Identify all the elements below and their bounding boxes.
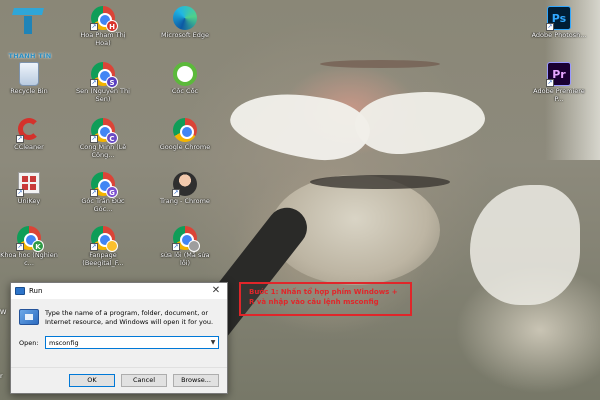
close-icon[interactable]: ✕ bbox=[205, 283, 227, 299]
run-footer: OK Cancel Browse... bbox=[11, 367, 227, 393]
shortcut-arrow-icon: ↗ bbox=[16, 189, 24, 197]
desktop-icon-label: Góc Trần Đức Góc... bbox=[81, 198, 125, 213]
logo-mark-icon bbox=[12, 4, 44, 34]
shortcut-arrow-icon: ↗ bbox=[90, 189, 98, 197]
desktop-icon-coc-coc[interactable]: Cốc Cốc bbox=[156, 62, 214, 96]
run-program-icon bbox=[19, 309, 39, 325]
logo-text: THANH TÍN bbox=[8, 52, 52, 60]
desktop-icon-label: Hoa Phạm Thị Hoa) bbox=[80, 32, 126, 47]
run-description-row: Type the name of a program, folder, docu… bbox=[19, 309, 219, 327]
shortcut-arrow-icon: ↗ bbox=[172, 189, 180, 197]
profile-badge: C bbox=[106, 132, 118, 144]
profile-badge bbox=[106, 240, 118, 252]
desktop-icon-hoa[interactable]: H ↗ Hoa Phạm Thị Hoa) bbox=[74, 6, 132, 47]
ok-button[interactable]: OK bbox=[69, 374, 115, 387]
desktop-icon-label: Cốc Cốc bbox=[171, 88, 199, 95]
desktop-icon-premiere[interactable]: Pr ↗ Adobe Premiere P... bbox=[530, 62, 588, 103]
open-label: Open: bbox=[19, 338, 39, 347]
desktop-icon-label: Adobe Photosh... bbox=[531, 32, 587, 39]
desktop-icon-sua-loi[interactable]: ↗ sửa lỗi (Mã sửa lỗi) bbox=[156, 226, 214, 267]
profile-badge: S bbox=[106, 76, 118, 88]
run-description: Type the name of a program, folder, docu… bbox=[45, 309, 214, 326]
desktop-icon-microsoft-edge[interactable]: Microsoft Edge bbox=[156, 6, 214, 40]
recycle-bin-icon bbox=[19, 62, 39, 86]
desktop-icon-fanpage[interactable]: ↗ Fanpage (Beegital_F... bbox=[74, 226, 132, 267]
shortcut-arrow-icon: ↗ bbox=[90, 243, 98, 251]
desktop-icon-label: Google Chrome bbox=[159, 144, 211, 151]
shortcut-arrow-icon: ↗ bbox=[546, 23, 554, 31]
profile-badge: K bbox=[32, 240, 44, 252]
desktop-icon-label: Khoa hoc (Nghien c... bbox=[0, 252, 58, 267]
open-input-value[interactable]: msconfig bbox=[49, 339, 208, 347]
desktop-icon-ccleaner[interactable]: ↗ CCleaner bbox=[0, 118, 58, 152]
wallpaper-paint bbox=[320, 60, 440, 68]
desktop-icon-label: Fanpage (Beegital_F... bbox=[82, 252, 124, 267]
desktop-icon-label: Recycle Bin bbox=[10, 88, 48, 95]
annotation-text: Bước 1: Nhấn tổ hợp phím Windows + R và … bbox=[249, 288, 398, 306]
desktop-icon-label: Microsoft Edge bbox=[160, 32, 209, 39]
wallpaper-paint bbox=[310, 175, 450, 189]
shortcut-arrow-icon: ↗ bbox=[90, 79, 98, 87]
desktop-icon-label: Adobe Premiere P... bbox=[533, 88, 585, 103]
desktop-icon-goc-tran[interactable]: G ↗ Góc Trần Đức Góc... bbox=[74, 172, 132, 213]
desktop-icon-trang-chrome[interactable]: ↗ Trang - Chrome bbox=[156, 172, 214, 206]
edge-icon bbox=[173, 6, 197, 30]
run-app-icon bbox=[15, 287, 25, 295]
browse-button[interactable]: Browse... bbox=[173, 374, 219, 387]
shortcut-arrow-icon: ↗ bbox=[172, 243, 180, 251]
run-title: Run bbox=[29, 287, 43, 295]
instruction-annotation: Bước 1: Nhấn tổ hợp phím Windows + R và … bbox=[239, 282, 412, 316]
desktop-icon-cong-minh[interactable]: C ↗ Cong Minh (Lê Công... bbox=[74, 118, 132, 159]
desktop-icon-label: sửa lỗi (Mã sửa lỗi) bbox=[160, 252, 210, 267]
desktop-icon-label: Sen (Nguyễn Thị Sen) bbox=[76, 88, 130, 103]
chevron-down-icon[interactable]: ▼ bbox=[208, 339, 218, 346]
desktop-icon-label: UniKey bbox=[17, 198, 41, 205]
profile-badge: H bbox=[106, 20, 118, 32]
wallpaper-paint bbox=[352, 85, 488, 159]
shortcut-arrow-icon: ↗ bbox=[546, 79, 554, 87]
desktop-icon-label: Trang - Chrome bbox=[160, 198, 210, 205]
profile-badge: G bbox=[106, 186, 118, 198]
wallpaper-paint bbox=[226, 85, 374, 167]
desktop-icon-photoshop[interactable]: Ps ↗ Adobe Photosh... bbox=[530, 6, 588, 40]
run-dialog: Run ✕ Type the name of a program, folder… bbox=[10, 282, 228, 394]
shortcut-arrow-icon: ↗ bbox=[16, 135, 24, 143]
shortcut-arrow-icon: ↗ bbox=[90, 23, 98, 31]
chrome-icon bbox=[173, 118, 197, 142]
wallpaper-paint bbox=[470, 185, 580, 305]
desktop-icon-sen[interactable]: S ↗ Sen (Nguyễn Thị Sen) bbox=[74, 62, 132, 103]
desktop-icon-khoa-hoc[interactable]: K ↗ Khoa hoc (Nghien c... bbox=[0, 226, 58, 267]
run-body: Type the name of a program, folder, docu… bbox=[11, 299, 227, 349]
open-input[interactable]: msconfig ▼ bbox=[45, 336, 219, 349]
thanh-tin-logo: THANH TÍN bbox=[3, 2, 57, 62]
profile-badge bbox=[188, 240, 200, 252]
desktop-icon-label: CCleaner bbox=[14, 144, 44, 151]
shortcut-arrow-icon: ↗ bbox=[16, 243, 24, 251]
desktop-icon-label: W bbox=[0, 308, 7, 316]
run-titlebar[interactable]: Run ✕ bbox=[11, 283, 227, 299]
shortcut-arrow-icon: ↗ bbox=[90, 135, 98, 143]
coccoc-icon bbox=[173, 62, 197, 86]
desktop-icon-google-chrome[interactable]: Google Chrome bbox=[156, 118, 214, 152]
cancel-button[interactable]: Cancel bbox=[121, 374, 167, 387]
desktop-icon-label: r bbox=[0, 372, 3, 380]
run-open-row: Open: msconfig ▼ bbox=[19, 336, 219, 349]
desktop-icon-label: Cong Minh (Lê Công... bbox=[79, 144, 127, 159]
desktop-icon-unikey[interactable]: ↗ UniKey bbox=[0, 172, 58, 206]
desktop-icon-recycle-bin[interactable]: Recycle Bin bbox=[0, 62, 58, 96]
